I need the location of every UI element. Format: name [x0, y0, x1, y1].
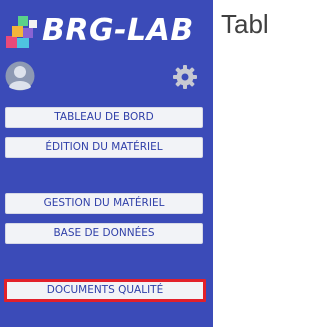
- sidebar: BRG-LAB TABLEAU DE BORD ÉDITION DU MATÉR…: [0, 0, 213, 327]
- gear-icon[interactable]: [172, 64, 198, 90]
- nav-tableau-de-bord-button[interactable]: TABLEAU DE BORD: [5, 107, 203, 128]
- app-logo[interactable]: BRG-LAB: [4, 12, 212, 50]
- page-title: Tabl: [221, 9, 269, 39]
- user-avatar-icon[interactable]: [5, 61, 35, 91]
- nav-edition-materiel-button[interactable]: ÉDITION DU MATÉRIEL: [5, 137, 203, 158]
- nav-gestion-materiel-button[interactable]: GESTION DU MATÉRIEL: [5, 193, 203, 214]
- app-root: BRG-LAB TABLEAU DE BORD ÉDITION DU MATÉR…: [0, 0, 281, 327]
- nav-documents-qualite-button[interactable]: DOCUMENTS QUALITÉ: [4, 279, 206, 302]
- nav-base-de-donnees-button[interactable]: BASE DE DONNÉES: [5, 223, 203, 244]
- cube-stack-icon: [6, 16, 37, 48]
- logo-text: BRG-LAB: [42, 13, 194, 48]
